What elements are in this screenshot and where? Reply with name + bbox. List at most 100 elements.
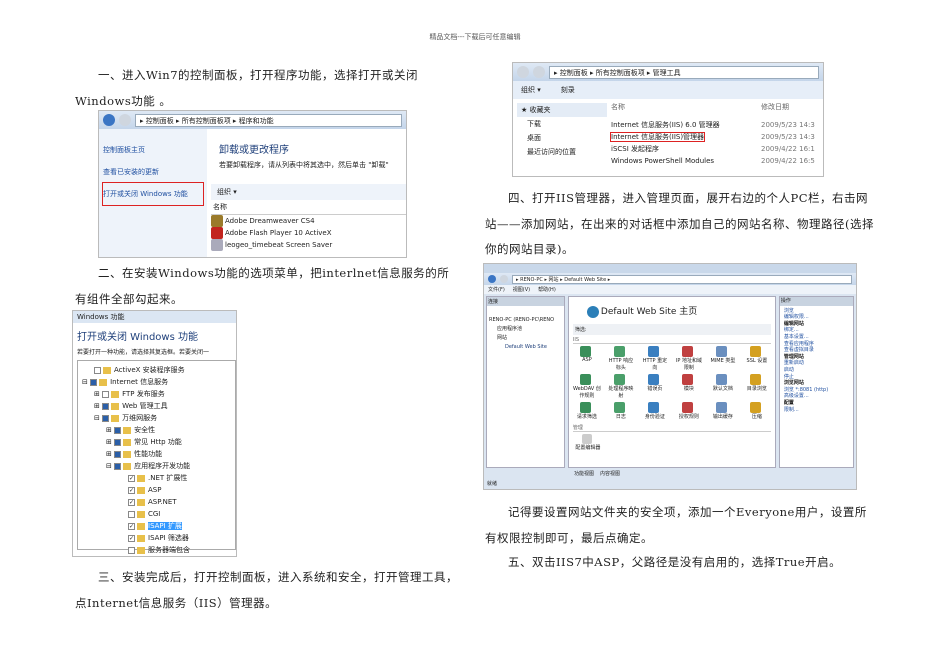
status-bar: 就绪 bbox=[487, 481, 498, 487]
action-item[interactable]: 重新启动 bbox=[784, 360, 849, 367]
nav-desktop: 桌面 bbox=[527, 134, 541, 142]
group-label: IIS bbox=[572, 337, 771, 344]
feature-icon-item[interactable]: 授权规则 bbox=[675, 401, 703, 420]
feature-item[interactable]: 应用程序开发功能 bbox=[134, 462, 190, 470]
feature-label: IP 地址和域限制 bbox=[675, 357, 702, 371]
feature-icon-item[interactable]: 请求筛选 bbox=[573, 401, 601, 420]
feature-icon-item[interactable]: WebDAV 创作规则 bbox=[573, 373, 601, 399]
feature-icon-item[interactable]: ASP bbox=[573, 345, 601, 371]
flash-icon bbox=[211, 227, 223, 239]
feature-icon-item[interactable]: 错误页 bbox=[641, 373, 669, 399]
program: Adobe Flash Player 10 ActiveX bbox=[225, 229, 332, 237]
action-item[interactable]: 高级设置... bbox=[784, 393, 849, 400]
step5-text: 五、双击IIS7中ASP，父路径是没有启用的，选择True开启。 bbox=[508, 555, 842, 569]
feature-item[interactable]: 服务器端包含 bbox=[148, 546, 190, 554]
feature-item[interactable]: .NET 扩展性 bbox=[148, 474, 187, 482]
globe-icon bbox=[586, 305, 599, 318]
feature-icon bbox=[614, 345, 626, 357]
features-view-tab[interactable]: 功能视图 bbox=[574, 470, 594, 477]
feature-icon-item[interactable]: 默认文档 bbox=[709, 373, 737, 399]
back-icon bbox=[103, 114, 115, 126]
screenshot-iis-manager: ▸ RENO-PC ▸ 网站 ▸ Default Web Site ▸ 文件(F… bbox=[483, 263, 857, 490]
features-title: 打开或关闭 Windows 功能 bbox=[77, 332, 198, 343]
feature-label: HTTP 响应标头 bbox=[608, 357, 634, 371]
feature-item[interactable]: 性能功能 bbox=[134, 450, 162, 458]
feature-item[interactable]: Internet 信息服务 bbox=[110, 378, 168, 386]
feature-icon-item[interactable]: IP 地址和域限制 bbox=[675, 345, 703, 371]
feature-icon bbox=[750, 345, 762, 357]
feature-item[interactable]: 常见 Http 功能 bbox=[134, 438, 182, 446]
content-view-tab[interactable]: 内容视图 bbox=[600, 470, 620, 477]
nav-favorites: 收藏夹 bbox=[529, 106, 551, 114]
address-bar: ▸ 控制面板 ▸ 所有控制面板项 ▸ 程序和功能 bbox=[135, 113, 402, 127]
screensaver-icon bbox=[211, 239, 223, 251]
action-item[interactable]: 编辑权限... bbox=[784, 314, 849, 321]
date-column: 修改日期 bbox=[761, 103, 789, 111]
feature-icon bbox=[614, 401, 626, 413]
link-home: 控制面板主页 bbox=[103, 146, 145, 154]
feature-icon-item[interactable]: MIME 类型 bbox=[709, 345, 737, 371]
feature-icon-item[interactable]: 处理程序映射 bbox=[607, 373, 635, 399]
action-item[interactable]: 启动 bbox=[784, 367, 849, 374]
action-item[interactable]: 浏览网站 bbox=[784, 380, 849, 387]
feature-item[interactable]: CGI bbox=[148, 510, 160, 518]
manage-label: 管理 bbox=[572, 424, 771, 432]
feature-label: 请求筛选 bbox=[576, 413, 597, 420]
file-date: 2009/4/22 16:1 bbox=[761, 145, 815, 153]
action-item[interactable]: 绑定... bbox=[784, 327, 849, 334]
feature-item[interactable]: ActiveX 安装程序服务 bbox=[114, 366, 185, 374]
feature-icon bbox=[580, 373, 592, 385]
feature-icon-item[interactable]: SSL 设置 bbox=[743, 345, 771, 371]
organize-button: 组织 ▾ bbox=[521, 86, 541, 94]
feature-label: 处理程序映射 bbox=[608, 385, 634, 399]
feature-icon bbox=[648, 373, 660, 385]
feature-item[interactable]: FTP 发布服务 bbox=[122, 390, 165, 398]
feature-icon bbox=[580, 401, 592, 413]
feature-label: 授权规则 bbox=[678, 413, 699, 420]
feature-icon-item[interactable]: 压缩 bbox=[743, 401, 771, 420]
actions-title: 操作 bbox=[779, 297, 853, 306]
programs-desc: 若要卸载程序，请从列表中将其选中，然后单击 "卸载" bbox=[219, 161, 389, 169]
action-item[interactable]: 限制... bbox=[784, 407, 849, 414]
feature-item[interactable]: ASP.NET bbox=[148, 498, 177, 506]
feature-item[interactable]: 万维网服务 bbox=[122, 414, 157, 422]
action-item[interactable]: 基本设置... bbox=[784, 334, 849, 341]
feature-icon-item[interactable]: 目录浏览 bbox=[743, 373, 771, 399]
feature-icon bbox=[682, 373, 694, 385]
feature-item[interactable]: ASP bbox=[148, 486, 161, 494]
feature-item[interactable]: Web 管理工具 bbox=[122, 402, 168, 410]
menu-file: 文件(F) bbox=[488, 287, 505, 293]
feature-icon bbox=[682, 345, 694, 357]
config-editor[interactable]: 配置编辑器 bbox=[573, 444, 603, 451]
program: Adobe Dreamweaver CS4 bbox=[225, 217, 315, 225]
feature-icon-item[interactable]: 身份验证 bbox=[641, 401, 669, 420]
feature-label: 输出缓存 bbox=[712, 413, 733, 420]
site-home-title: Default Web Site 主页 bbox=[600, 307, 698, 317]
feature-icon-item[interactable]: HTTP 响应标头 bbox=[607, 345, 635, 371]
step1-text: 一、进入Win7的控制面板，打开程序功能，选择打开或关闭Windows功能 。 bbox=[75, 68, 419, 108]
file-name: Windows PowerShell Modules bbox=[611, 157, 715, 165]
tree-app-pools: 应用程序池 bbox=[497, 326, 523, 332]
organize-button: 组织 ▾ bbox=[211, 184, 406, 200]
feature-label: 模块 bbox=[683, 385, 694, 392]
link-windows-features: 打开或关闭 Windows 功能 bbox=[102, 182, 204, 206]
action-item[interactable]: 查看虚拟目录 bbox=[784, 347, 849, 354]
feature-item[interactable]: 安全性 bbox=[134, 426, 155, 434]
feature-icon bbox=[716, 373, 728, 385]
feature-label: SSL 设置 bbox=[746, 357, 768, 364]
features-desc: 若要打开一种功能，请选择其复选框。若要关闭一 bbox=[77, 349, 210, 356]
feature-icon bbox=[580, 345, 592, 357]
feature-label: WebDAV 创作规则 bbox=[573, 385, 601, 399]
feature-icon-item[interactable]: 输出缓存 bbox=[709, 401, 737, 420]
feature-icon-item[interactable]: 日志 bbox=[607, 401, 635, 420]
feature-icon-item[interactable]: 模块 bbox=[675, 373, 703, 399]
tree-sites: 网站 bbox=[497, 335, 508, 341]
feature-icon-item[interactable]: HTTP 重定向 bbox=[641, 345, 669, 371]
action-item[interactable]: 配置 bbox=[784, 400, 849, 407]
link-updates: 查看已安装的更新 bbox=[103, 168, 159, 176]
feature-item-selected[interactable]: ISAPI 扩展 bbox=[148, 522, 182, 530]
step2-text: 二、在安装Windows功能的选项菜单，把interlnet信息服务的所有组件全… bbox=[75, 266, 450, 306]
file-date: 2009/4/22 16:5 bbox=[761, 157, 815, 165]
address-bar: ▸ RENO-PC ▸ 网站 ▸ Default Web Site ▸ bbox=[512, 274, 852, 284]
feature-item[interactable]: ISAPI 筛选器 bbox=[148, 534, 189, 542]
